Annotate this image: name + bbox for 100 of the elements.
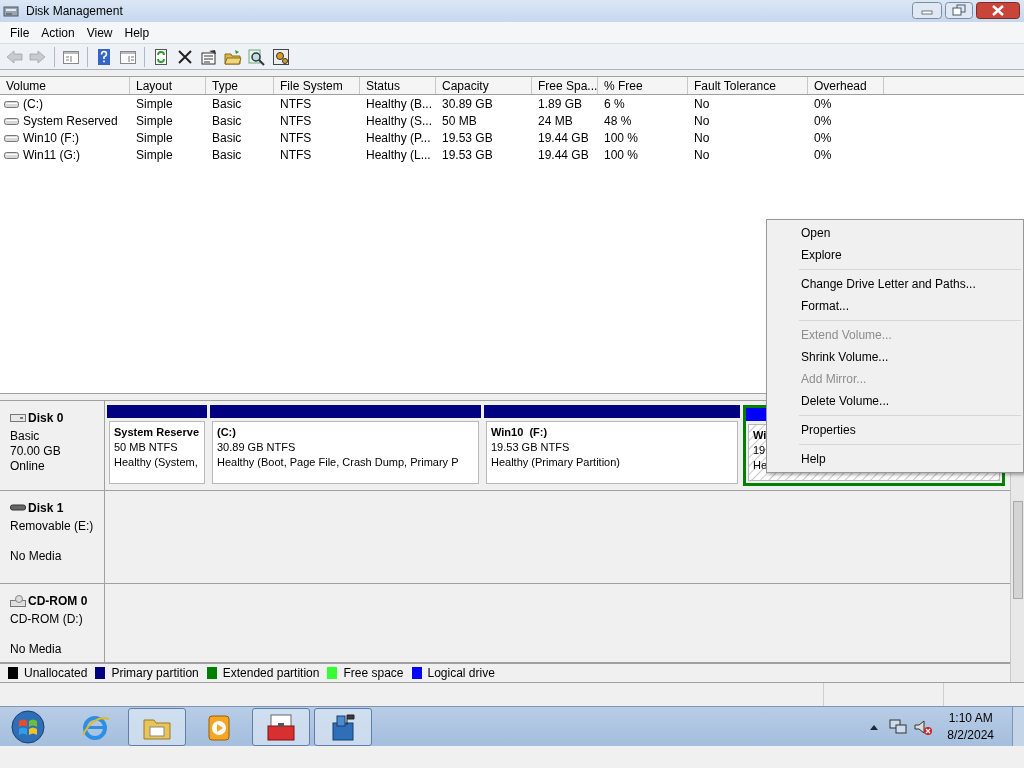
table-cell-text: Healthy (P... xyxy=(366,129,431,147)
menu-item[interactable]: Explore xyxy=(767,244,1023,266)
menu-item[interactable]: Help xyxy=(767,448,1023,470)
table-cell-text: No xyxy=(694,112,710,130)
menu-item[interactable]: Change Drive Letter and Paths... xyxy=(767,273,1023,295)
table-cell-text: 19.44 GB xyxy=(538,129,589,147)
delete-icon[interactable] xyxy=(176,47,194,66)
taskbar-button[interactable] xyxy=(314,707,372,746)
menu-item[interactable]: Shrink Volume... xyxy=(767,346,1023,368)
column-header[interactable]: Overhead xyxy=(808,77,884,94)
column-header[interactable]: Type xyxy=(206,77,274,94)
partition[interactable]: Win10 (F:) 19.53 GB NTFS Healthy (Primary Partition) xyxy=(484,405,740,486)
menu-item[interactable]: Properties xyxy=(767,419,1023,441)
table-cell-text: 1.89 GB xyxy=(538,95,583,113)
disk-status: No Media xyxy=(10,641,63,656)
table-cell-text: 19.53 GB xyxy=(442,129,493,147)
table-cell-text: 6 % xyxy=(604,95,625,113)
disk-info: CD-ROM (D:) xyxy=(10,611,84,626)
table-cell-text: Simple xyxy=(136,146,173,164)
table-cell-text: 19.44 GB xyxy=(538,146,589,164)
table-cell-text: Basic xyxy=(212,146,242,164)
search-icon[interactable] xyxy=(248,47,266,66)
network-icon[interactable] xyxy=(889,717,908,736)
disk-name: Disk 0 xyxy=(28,410,64,427)
table-cell-text: 100 % xyxy=(604,129,639,147)
table-cell-text: Simple xyxy=(136,95,173,113)
table-cell-text: Basic xyxy=(212,129,242,147)
table-cell-text: Win11 (G:) xyxy=(23,146,81,164)
volume-muted-icon[interactable] xyxy=(913,717,934,736)
clock-date[interactable]: 8/2/2024 xyxy=(947,726,994,744)
minimize-button[interactable] xyxy=(912,2,942,19)
disk-name: CD-ROM 0 xyxy=(28,593,88,611)
column-header[interactable]: File System xyxy=(274,77,360,94)
legend-label: Extended partition xyxy=(222,665,320,682)
partition-size: 19 xyxy=(753,443,766,457)
legend-label: Unallocated xyxy=(24,665,88,682)
column-header[interactable]: Status xyxy=(360,77,436,94)
drive-icon xyxy=(4,98,20,109)
table-cell-text: Basic xyxy=(212,95,242,113)
table-cell-text: No xyxy=(694,146,710,164)
partition-status: Healthy (System, xyxy=(114,455,198,469)
table-cell-text: NTFS xyxy=(280,112,312,130)
settings-icon[interactable] xyxy=(272,47,290,66)
help-icon[interactable] xyxy=(95,47,113,66)
window-title: Disk Management xyxy=(26,3,123,20)
disk-name: Disk 1 xyxy=(28,499,64,517)
partition-name: System Reserve xyxy=(114,425,199,439)
column-header[interactable]: Layout xyxy=(130,77,206,94)
table-cell-text: 30.89 GB xyxy=(442,95,493,113)
column-header[interactable]: Capacity xyxy=(436,77,532,94)
column-header[interactable]: % Free xyxy=(598,77,688,94)
table-cell-text: 0% xyxy=(814,146,832,164)
column-header[interactable]: Free Spa... xyxy=(532,77,598,94)
legend-label: Primary partition xyxy=(111,665,199,682)
taskbar-button[interactable] xyxy=(252,707,310,746)
menu-item[interactable]: View xyxy=(80,23,119,42)
partition-size: 30.89 GB NTFS xyxy=(217,440,296,454)
table-cell-text: 100 % xyxy=(604,146,639,164)
partition[interactable]: System Reserve 50 MB NTFS Healthy (System, xyxy=(107,405,207,486)
table-cell-text: Win10 (F:) xyxy=(23,129,79,147)
table-cell-text: NTFS xyxy=(280,129,312,147)
removable-drive-icon xyxy=(10,501,26,514)
table-cell-text: No xyxy=(694,129,710,147)
menu-item[interactable]: Open xyxy=(767,222,1023,244)
properties-icon[interactable] xyxy=(200,47,218,66)
menu-item[interactable]: Delete Volume... xyxy=(767,390,1023,412)
table-cell-text: 0% xyxy=(814,112,832,130)
partition-size: 50 MB NTFS xyxy=(114,440,178,454)
taskbar-button[interactable] xyxy=(128,707,186,746)
table-cell-text: 19.53 GB xyxy=(442,146,493,164)
open-folder-icon[interactable] xyxy=(224,47,242,66)
menu-item[interactable]: File xyxy=(4,23,36,42)
column-header[interactable]: Volume xyxy=(0,77,130,94)
disk-info: Basic xyxy=(10,428,41,442)
partition-name: (C:) xyxy=(217,425,236,439)
start-button[interactable] xyxy=(8,708,48,745)
legend-label: Free space xyxy=(343,665,404,682)
refresh-icon[interactable] xyxy=(152,47,170,66)
restore-button[interactable] xyxy=(945,2,973,19)
column-header[interactable]: Fault Tolerance xyxy=(688,77,808,94)
clock-time[interactable]: 1:10 AM xyxy=(948,709,993,727)
menu-item[interactable]: Action xyxy=(35,23,81,42)
partition-name: Wi xyxy=(753,428,767,442)
partition-status: Healthy (Primary Partition) xyxy=(491,455,620,469)
partition-status: Healthy (Boot, Page File, Crash Dump, Primary P xyxy=(217,455,459,469)
menu-item[interactable]: Help xyxy=(118,23,156,42)
partition-status: He xyxy=(753,458,768,472)
table-cell-text: NTFS xyxy=(280,95,312,113)
table-cell-text: Basic xyxy=(212,112,242,130)
partition[interactable]: (C:) 30.89 GB NTFS Healthy (Boot, Page File, Crash Dump, Primary P xyxy=(210,405,481,486)
partition-name: Win10 (F:) xyxy=(491,425,548,439)
table-cell-text: System Reserved xyxy=(23,112,118,130)
table-cell-text: Healthy (L... xyxy=(366,146,431,164)
menu-item[interactable]: Format... xyxy=(767,295,1023,317)
legend-label: Logical drive xyxy=(427,665,495,682)
drive-icon xyxy=(4,115,20,126)
disk-info: 70.00 GB xyxy=(10,443,62,457)
disk-info: Removable (E:) xyxy=(10,517,94,532)
close-button[interactable] xyxy=(976,2,1020,19)
table-cell-text: 0% xyxy=(814,129,832,147)
